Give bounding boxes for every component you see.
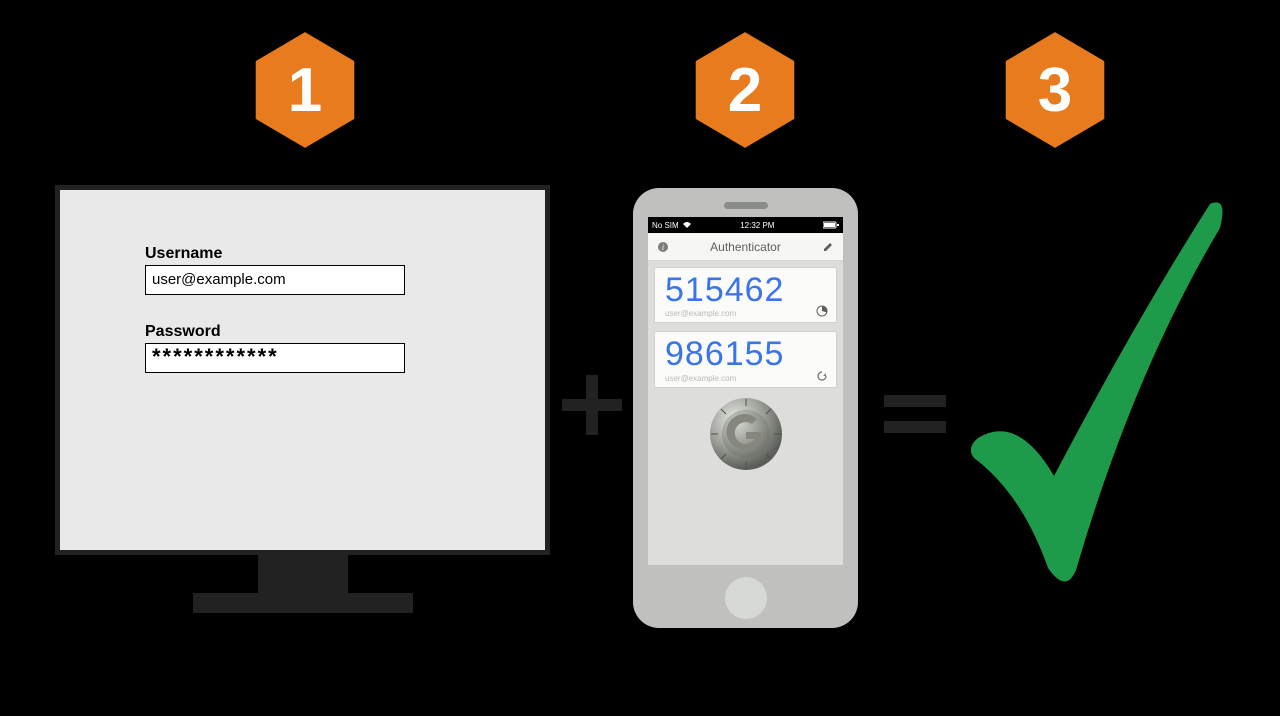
code-card-1[interactable]: 515462 user@example.com [654, 267, 837, 323]
battery-icon [823, 221, 839, 229]
two-factor-diagram: 1 2 3 Username user@example.com Password… [0, 0, 1280, 716]
app-toolbar: i Authenticator [648, 233, 843, 261]
monitor-screen: Username user@example.com Password *****… [55, 185, 550, 555]
code-value-1: 515462 [665, 272, 826, 309]
step-badge-2: 2 [690, 30, 800, 150]
code-account-2: user@example.com [665, 374, 826, 383]
step-badge-3: 3 [1000, 30, 1110, 150]
password-field[interactable]: ************ [145, 343, 405, 373]
codes-list: 515462 user@example.com 986155 user@exam… [648, 261, 843, 472]
refresh-icon[interactable] [816, 369, 828, 381]
phone-status-bar: No SIM 12:32 PM [648, 217, 843, 233]
code-account-1: user@example.com [665, 309, 826, 318]
password-label: Password [145, 323, 475, 341]
plus-icon [562, 375, 622, 435]
edit-icon[interactable] [821, 240, 835, 254]
authenticator-logo [654, 396, 837, 472]
phone-screen: No SIM 12:32 PM i A [648, 217, 843, 565]
clock-text: 12:32 PM [740, 221, 774, 230]
wifi-icon [682, 221, 692, 229]
monitor-neck [258, 555, 348, 593]
step-number-2: 2 [690, 30, 800, 150]
code-value-2: 986155 [665, 336, 826, 373]
equals-icon [884, 395, 946, 447]
username-label: Username [145, 245, 475, 263]
app-title: Authenticator [670, 240, 821, 254]
timer-icon [816, 304, 828, 316]
monitor: Username user@example.com Password *****… [55, 185, 550, 613]
svg-text:i: i [662, 243, 664, 252]
checkmark-icon [958, 190, 1228, 590]
username-field[interactable]: user@example.com [145, 265, 405, 295]
phone-speaker [724, 202, 768, 209]
phone-home-button[interactable] [725, 577, 767, 619]
carrier-text: No SIM [652, 221, 679, 230]
step-number-1: 1 [250, 30, 360, 150]
phone: No SIM 12:32 PM i A [633, 188, 858, 628]
code-card-2[interactable]: 986155 user@example.com [654, 331, 837, 387]
step-badge-1: 1 [250, 30, 360, 150]
info-icon[interactable]: i [656, 240, 670, 254]
monitor-base [193, 593, 413, 613]
step-number-3: 3 [1000, 30, 1110, 150]
